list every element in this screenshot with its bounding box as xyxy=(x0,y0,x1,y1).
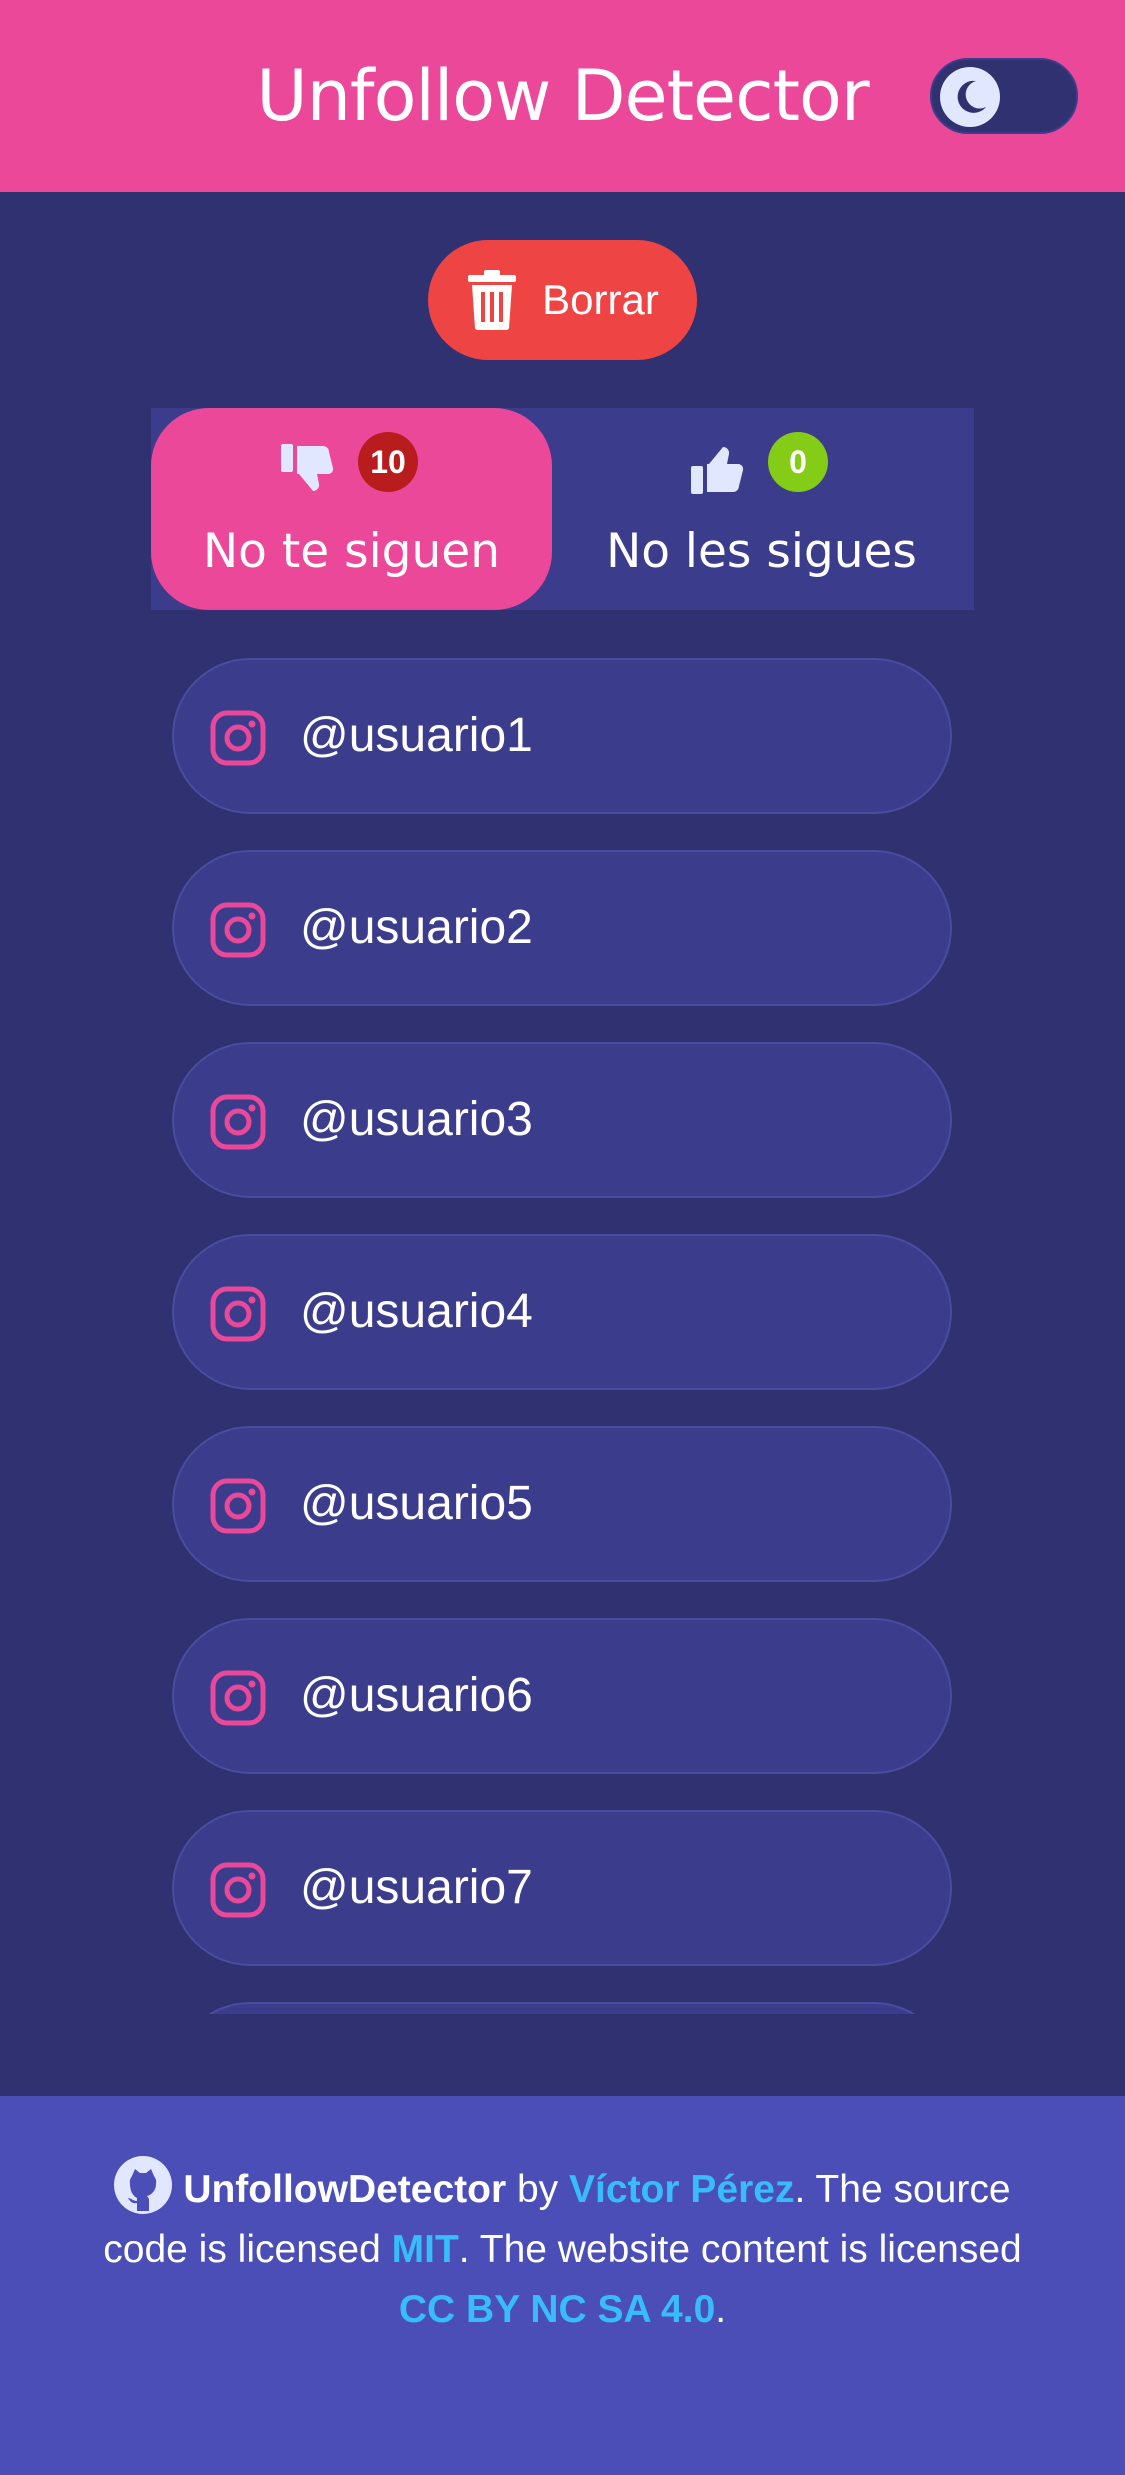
footer-line-3: CC BY NC SA 4.0. xyxy=(0,2280,1125,2340)
user-list: @usuario1 @usuario2 @usuario3 @usuario4 … xyxy=(172,658,952,2014)
trash-icon xyxy=(468,270,517,330)
toggle-knob[interactable] xyxy=(940,67,1000,127)
list-item-partial[interactable] xyxy=(172,2002,952,2014)
username: @usuario7 xyxy=(300,1861,533,1914)
username: @usuario1 xyxy=(300,709,533,762)
tab-not-following-back[interactable]: 10 No te siguen xyxy=(151,408,552,610)
instagram-icon xyxy=(210,1862,266,1918)
delete-label: Borrar xyxy=(542,276,659,323)
tab-label-not-followed: No les sigues xyxy=(606,524,917,579)
not-followed-count-badge: 0 xyxy=(768,432,828,492)
mit-license-link[interactable]: MIT xyxy=(392,2228,459,2271)
github-icon xyxy=(114,2156,173,2214)
list-item[interactable]: @usuario2 xyxy=(172,850,952,1006)
footer-source-text: . The source xyxy=(794,2168,1011,2211)
tab-not-followed[interactable]: 0 No les sigues xyxy=(561,408,962,610)
username: @usuario4 xyxy=(300,1285,533,1338)
list-item[interactable]: @usuario6 xyxy=(172,1618,952,1774)
footer-period: . xyxy=(715,2288,727,2331)
instagram-icon xyxy=(210,1478,266,1534)
list-item[interactable]: @usuario4 xyxy=(172,1234,952,1390)
footer-brand: UnfollowDetector xyxy=(183,2168,507,2211)
instagram-icon xyxy=(210,1286,266,1342)
username: @usuario2 xyxy=(300,901,533,954)
dark-mode-toggle[interactable] xyxy=(930,58,1078,134)
cc-license-link[interactable]: CC BY NC SA 4.0 xyxy=(399,2288,715,2331)
app-header: Unfollow Detector xyxy=(0,0,1125,192)
username: @usuario6 xyxy=(300,1669,533,1722)
instagram-icon xyxy=(210,1094,266,1150)
instagram-icon xyxy=(210,1670,266,1726)
list-item[interactable]: @usuario3 xyxy=(172,1042,952,1198)
footer-content-text: . The website content is licensed xyxy=(458,2228,1022,2271)
moon-icon xyxy=(957,80,986,113)
footer-by: by xyxy=(506,2168,570,2211)
site-footer: UnfollowDetector by Víctor Pérez. The so… xyxy=(0,2096,1125,2475)
instagram-icon xyxy=(210,710,266,766)
thumbs-down-icon xyxy=(281,444,334,492)
list-item[interactable]: @usuario7 xyxy=(172,1810,952,1966)
footer-licensed-text: code is licensed xyxy=(103,2228,392,2271)
username: @usuario3 xyxy=(300,1093,533,1146)
footer-line-2: code is licensed MIT. The website conten… xyxy=(0,2220,1125,2280)
footer-line-1: UnfollowDetector by Víctor Pérez. The so… xyxy=(0,2156,1125,2220)
thumbs-up-icon xyxy=(691,446,744,494)
tab-bar: 10 No te siguen 0 No les sigues xyxy=(151,408,974,610)
delete-button[interactable]: Borrar xyxy=(428,240,697,360)
unfollowers-count-badge: 10 xyxy=(358,432,418,492)
list-item[interactable]: @usuario5 xyxy=(172,1426,952,1582)
list-item[interactable]: @usuario1 xyxy=(172,658,952,814)
username: @usuario5 xyxy=(300,1477,533,1530)
instagram-icon xyxy=(210,902,266,958)
author-link[interactable]: Víctor Pérez xyxy=(569,2168,794,2211)
tab-label-not-following-back: No te siguen xyxy=(202,524,500,579)
